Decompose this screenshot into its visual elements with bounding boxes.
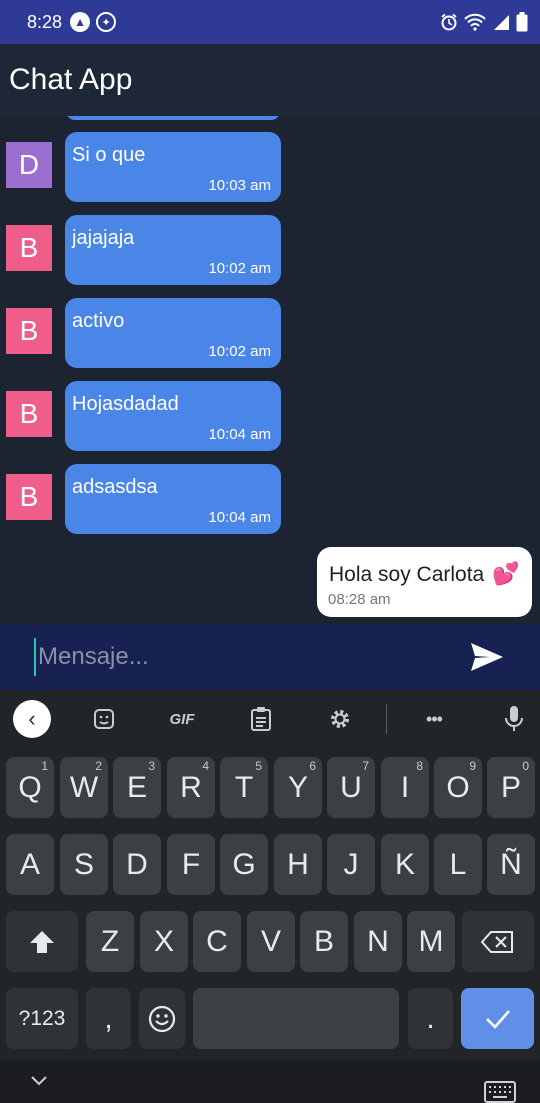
key-l[interactable]: L — [434, 834, 482, 895]
message-input[interactable] — [34, 638, 444, 676]
key-y[interactable]: Y6 — [274, 757, 322, 818]
chevron-left-icon[interactable]: ‹ — [13, 700, 51, 738]
backspace-icon[interactable] — [462, 911, 534, 972]
avatar: B — [6, 225, 52, 271]
key-a[interactable]: A — [6, 834, 54, 895]
gear-icon[interactable] — [322, 700, 358, 738]
key-k[interactable]: K — [381, 834, 429, 895]
avatar: B — [6, 474, 52, 520]
message-bubble[interactable]: jajajaja 10:02 am — [65, 215, 281, 285]
message-text: Hojasdadad — [72, 393, 179, 415]
key-c[interactable]: C — [193, 911, 241, 972]
key-d[interactable]: D — [113, 834, 161, 895]
app-bar: Chat App — [0, 44, 540, 116]
message-row: D Si o que 10:03 am — [6, 132, 286, 204]
symbols-key[interactable]: ?123 — [6, 988, 78, 1049]
message-text: Si o que — [72, 144, 146, 166]
emoji-icon[interactable] — [139, 988, 185, 1049]
message-text: activo — [72, 310, 125, 332]
key-i[interactable]: I8 — [381, 757, 429, 818]
key-n-tilde[interactable]: Ñ — [487, 834, 535, 895]
key-g[interactable]: G — [220, 834, 268, 895]
message-text: adsasdsa — [72, 476, 158, 498]
battery-icon — [516, 12, 528, 32]
key-f[interactable]: F — [167, 834, 215, 895]
outgoing-message-time: 08:28 am — [328, 591, 391, 608]
shift-icon[interactable] — [6, 911, 78, 972]
mic-icon[interactable] — [496, 700, 532, 738]
app-title: Chat App — [9, 63, 133, 96]
key-j[interactable]: J — [327, 834, 375, 895]
keyboard-toolbar: ‹ GIF ••• — [0, 690, 540, 748]
key-z[interactable]: Z — [86, 911, 134, 972]
gif-button[interactable]: GIF — [160, 700, 204, 738]
notification-a-icon: ▲ — [70, 12, 91, 32]
key-x[interactable]: X — [140, 911, 188, 972]
check-icon[interactable] — [461, 988, 534, 1049]
avatar: B — [6, 391, 52, 437]
key-s[interactable]: S — [60, 834, 108, 895]
message-time: 10:02 am — [208, 260, 271, 277]
key-w[interactable]: W2 — [60, 757, 108, 818]
key-e[interactable]: E3 — [113, 757, 161, 818]
message-bubble[interactable]: Hojasdadad 10:04 am — [65, 381, 281, 451]
avatar: D — [6, 142, 52, 188]
key-p[interactable]: P0 — [487, 757, 535, 818]
key-period[interactable]: . — [408, 988, 453, 1049]
key-u[interactable]: U7 — [327, 757, 375, 818]
partial-message-bubble — [66, 116, 280, 120]
message-row: B Hojasdadad 10:04 am — [6, 381, 286, 453]
status-time: 8:28 — [27, 11, 63, 32]
avatar: B — [6, 308, 52, 354]
key-comma[interactable]: , — [86, 988, 131, 1049]
key-h[interactable]: H — [274, 834, 322, 895]
outgoing-message-text: Hola soy Carlota 💕 — [329, 561, 520, 586]
key-t[interactable]: T5 — [220, 757, 268, 818]
activity-icon: ✦ — [96, 12, 117, 32]
key-o[interactable]: O9 — [434, 757, 482, 818]
key-m[interactable]: M — [407, 911, 455, 972]
message-row: B adsasdsa 10:04 am — [6, 464, 286, 536]
key-v[interactable]: V — [247, 911, 295, 972]
message-row: B activo 10:02 am — [6, 298, 286, 370]
key-q[interactable]: Q1 — [6, 757, 54, 818]
message-text: jajajaja — [72, 227, 135, 249]
signal-icon — [494, 15, 509, 30]
message-bubble[interactable]: adsasdsa 10:04 am — [65, 464, 281, 534]
sticker-icon[interactable] — [86, 700, 122, 738]
message-time: 10:02 am — [208, 343, 271, 360]
chevron-down-icon[interactable] — [30, 1073, 48, 1087]
send-icon[interactable] — [470, 642, 504, 672]
message-input-bar — [0, 624, 540, 690]
key-n[interactable]: N — [354, 911, 402, 972]
keyboard-icon[interactable] — [484, 1081, 516, 1103]
hearts-emoji: 💕 — [492, 561, 520, 586]
outgoing-message-bubble[interactable]: Hola soy Carlota 💕 08:28 am — [317, 547, 532, 617]
key-r[interactable]: R4 — [167, 757, 215, 818]
toolbar-divider — [386, 704, 387, 734]
message-bubble[interactable]: activo 10:02 am — [65, 298, 281, 368]
message-time: 10:04 am — [208, 426, 271, 443]
status-bar: 8:28 ▲ ✦ — [0, 0, 540, 44]
alarm-icon — [441, 13, 457, 31]
message-time: 10:03 am — [208, 177, 271, 194]
more-options-icon[interactable]: ••• — [416, 700, 452, 738]
on-screen-keyboard: ‹ GIF ••• Q1 W2 E3 R4 T5 Y6 U7 I8 O9 P0 … — [0, 690, 540, 1061]
message-time: 10:04 am — [208, 509, 271, 526]
message-row: B jajajaja 10:02 am — [6, 215, 286, 287]
message-bubble[interactable]: Si o que 10:03 am — [65, 132, 281, 202]
key-b[interactable]: B — [300, 911, 348, 972]
clipboard-icon[interactable] — [243, 700, 279, 738]
navigation-bar — [0, 1061, 540, 1103]
space-bar[interactable] — [193, 988, 399, 1049]
chat-messages[interactable]: D Si o que 10:03 am B jajajaja 10:02 am … — [0, 116, 540, 624]
wifi-icon — [464, 13, 486, 31]
